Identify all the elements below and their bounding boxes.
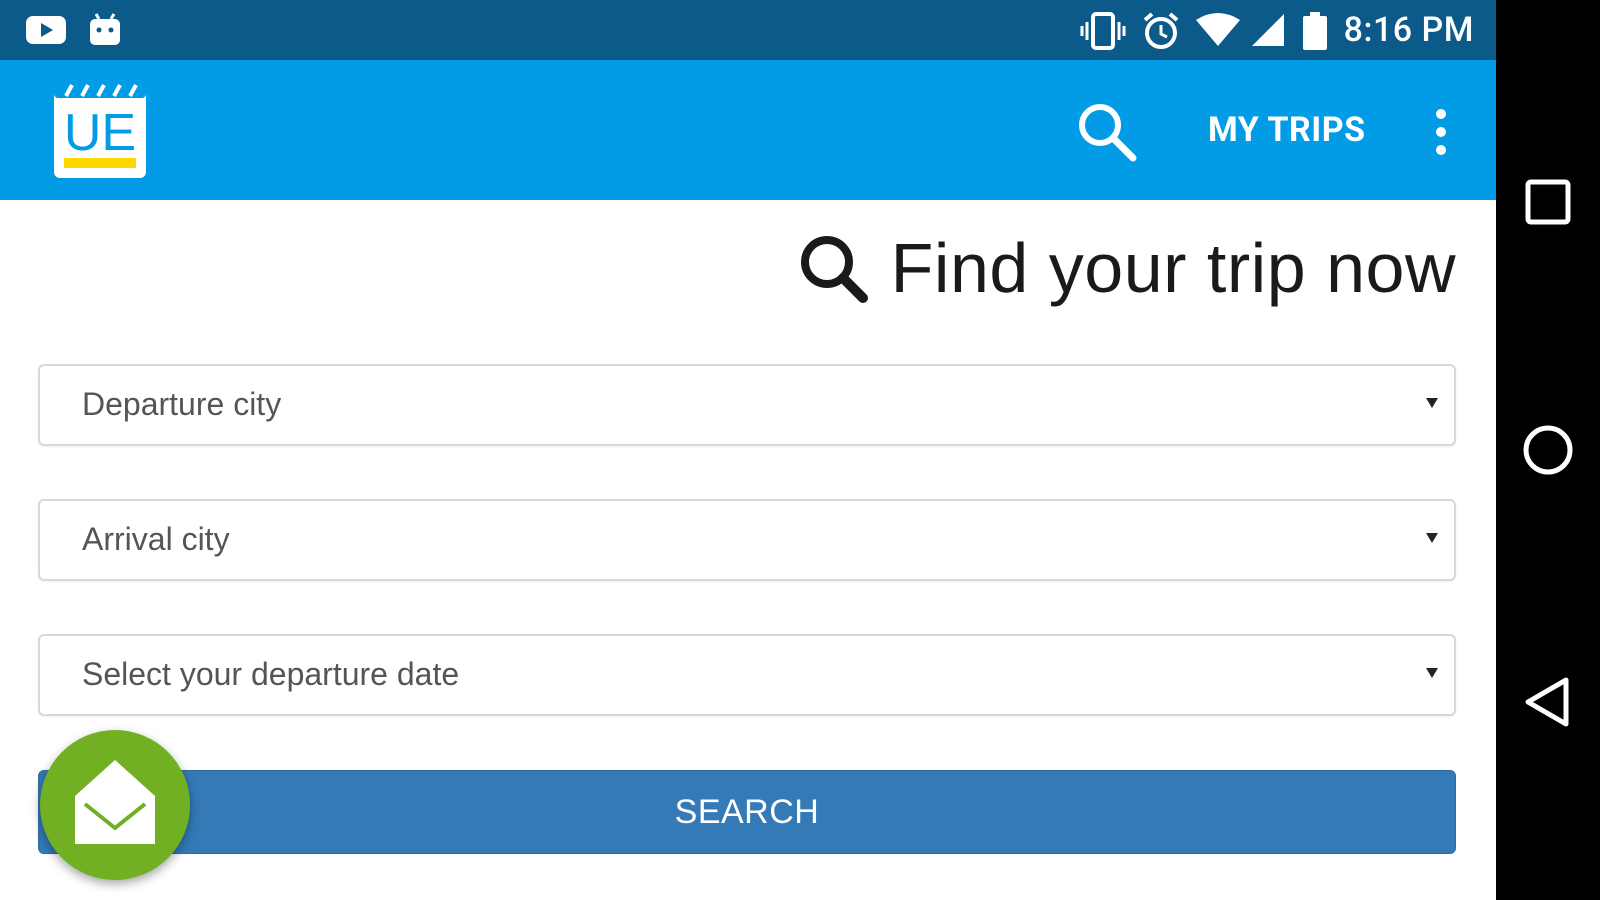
app-bar: UE MY TRIPS xyxy=(0,60,1496,200)
my-trips-button[interactable]: MY TRIPS xyxy=(1208,110,1366,150)
app-logo[interactable]: UE xyxy=(52,80,148,180)
departure-date-select[interactable]: Select your departure date xyxy=(38,634,1456,716)
android-icon xyxy=(90,13,120,45)
more-vert-icon[interactable] xyxy=(1426,106,1456,158)
back-icon[interactable] xyxy=(1518,672,1578,732)
battery-icon xyxy=(1303,12,1327,50)
search-button[interactable]: SEARCH xyxy=(38,770,1456,854)
departure-date-placeholder: Select your departure date xyxy=(82,656,460,692)
search-button-label: SEARCH xyxy=(674,792,820,831)
system-nav-bar xyxy=(1496,0,1600,900)
arrival-city-placeholder: Arrival city xyxy=(82,521,230,557)
departure-city-select[interactable]: Departure city xyxy=(38,364,1456,446)
status-time: 8:16 PM xyxy=(1343,10,1474,50)
departure-city-placeholder: Departure city xyxy=(82,386,282,422)
message-fab[interactable] xyxy=(40,730,190,880)
dropdown-arrow-icon xyxy=(1426,398,1438,408)
svg-text:UE: UE xyxy=(64,104,136,162)
home-icon[interactable] xyxy=(1518,420,1578,480)
signal-icon xyxy=(1252,14,1284,46)
alarm-icon xyxy=(1143,12,1179,49)
arrival-city-select[interactable]: Arrival city xyxy=(38,499,1456,581)
envelope-icon xyxy=(75,760,155,844)
search-icon[interactable] xyxy=(1075,100,1139,164)
wifi-icon xyxy=(1196,13,1240,46)
page-title: Find your trip now xyxy=(890,229,1456,307)
dropdown-arrow-icon xyxy=(1426,668,1438,678)
page-heading: Find your trip now xyxy=(797,228,1456,308)
dropdown-arrow-icon xyxy=(1426,533,1438,543)
vibrate-icon xyxy=(1080,12,1126,50)
search-heading-icon xyxy=(800,236,868,303)
recents-icon[interactable] xyxy=(1518,172,1578,232)
status-bar: 8:16 PM xyxy=(0,0,1496,60)
youtube-icon xyxy=(26,16,66,44)
